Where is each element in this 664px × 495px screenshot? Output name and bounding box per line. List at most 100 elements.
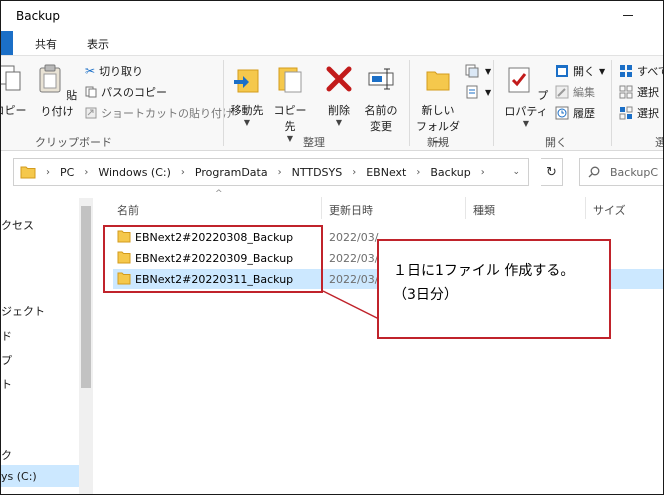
move-to-label: 移動先: [230, 104, 264, 117]
column-date[interactable]: 更新日時: [329, 202, 373, 218]
chevron-right-icon[interactable]: ›: [181, 167, 185, 178]
refresh-button[interactable]: ↻: [541, 158, 563, 186]
chevron-right-icon: ›: [46, 166, 50, 178]
nav-item-3d-objects[interactable]: ジェクト: [1, 303, 45, 319]
rename-label-2: 変更: [370, 120, 392, 133]
ribbon-separator: [409, 60, 410, 146]
chevron-down-icon: ▼: [485, 66, 492, 76]
select-all-icon: [620, 65, 632, 77]
new-item-icon: [465, 64, 479, 78]
copy-path-icon: [85, 86, 97, 98]
address-dropdown-icon[interactable]: ⌄: [512, 167, 520, 177]
cut-label: 切り取り: [99, 65, 144, 78]
breadcrumb-nttdsys[interactable]: NTTDSYS: [292, 166, 343, 179]
move-to-button[interactable]: 移動先 ▼: [227, 64, 267, 127]
rename-icon: [368, 68, 394, 90]
invert-selection-button[interactable]: 選択: [619, 104, 659, 122]
ribbon-separator: [223, 60, 224, 146]
annotation-line-1: １日に1ファイル 作成する。: [393, 263, 575, 279]
breadcrumb-pc[interactable]: PC: [60, 166, 74, 179]
copy-button[interactable]: コピー: [1, 64, 27, 118]
invert-selection-icon: [619, 106, 633, 120]
explorer-window: Backup 共有 表示 コピー 貼り付け ✂ 切り取り: [0, 0, 664, 495]
open-label: 開く: [573, 65, 595, 78]
chevron-right-icon[interactable]: ›: [278, 167, 282, 178]
breadcrumb-backup[interactable]: Backup: [430, 166, 470, 179]
nav-item-downloads[interactable]: ド: [1, 328, 12, 344]
nav-scrollbar-thumb[interactable]: [81, 206, 91, 388]
chevron-right-icon[interactable]: ›: [416, 167, 420, 178]
tab-share[interactable]: 共有: [35, 36, 57, 52]
edit-button[interactable]: 編集: [555, 83, 595, 101]
new-folder-label-1: 新しい: [421, 104, 455, 117]
copy-icon: [1, 65, 21, 91]
column-size[interactable]: サイズ: [593, 202, 626, 218]
chevron-right-icon[interactable]: ›: [84, 167, 88, 178]
nav-item-desktop[interactable]: プ: [1, 352, 12, 368]
select-group-label: 選: [655, 134, 663, 150]
chevron-right-icon[interactable]: ›: [352, 167, 356, 178]
copy-folder-icon: [278, 67, 302, 93]
navigation-pane: クセス ジェクト ド プ ト ク ys (C:): [1, 193, 93, 494]
column-separator[interactable]: [465, 197, 466, 219]
minimize-button[interactable]: [623, 15, 633, 16]
nav-item-windows-drive[interactable]: ys (C:): [1, 470, 37, 483]
copy-path-button[interactable]: パスのコピー: [85, 83, 167, 101]
breadcrumb-programdata[interactable]: ProgramData: [195, 166, 268, 179]
clipboard-group-label: クリップボード: [35, 136, 112, 149]
copy-to-label: コピー先: [273, 104, 307, 133]
cut-button[interactable]: ✂ 切り取り: [85, 62, 143, 80]
column-separator[interactable]: [585, 197, 586, 219]
select-none-icon: [619, 85, 633, 99]
rename-label-1: 名前の: [364, 104, 398, 117]
tab-file[interactable]: [1, 31, 13, 55]
address-bar[interactable]: › PC › Windows (C:) › ProgramData › NTTD…: [13, 158, 529, 186]
file-date: 2022/03/: [329, 231, 379, 244]
nav-item-quick-access[interactable]: クセス: [1, 217, 34, 233]
column-header: ^ 名前 更新日時 種類 サイズ: [93, 189, 663, 223]
copy-label: コピー: [1, 104, 27, 117]
address-row: › PC › Windows (C:) › ProgramData › NTTD…: [1, 151, 663, 193]
window-title: Backup: [16, 9, 60, 23]
chevron-right-icon[interactable]: ›: [481, 167, 485, 178]
tab-view[interactable]: 表示: [87, 36, 109, 52]
select-none-button[interactable]: 選択: [619, 83, 659, 101]
new-item-button[interactable]: ▼: [465, 62, 491, 80]
open-button[interactable]: 開く ▼: [555, 62, 605, 80]
history-icon: [555, 106, 569, 120]
move-folder-icon: [234, 69, 259, 93]
select-all-button[interactable]: すべて: [619, 62, 663, 80]
properties-icon: [508, 67, 530, 93]
history-label: 履歴: [573, 107, 595, 120]
delete-x-icon: [326, 66, 352, 92]
chevron-down-icon: ▼: [522, 119, 530, 128]
edit-icon: [555, 85, 569, 99]
search-input[interactable]: BackupC: [610, 166, 658, 179]
easy-access-button[interactable]: ▼: [465, 83, 491, 101]
copy-to-button[interactable]: コピー先 ▼: [269, 64, 311, 143]
column-type[interactable]: 種類: [473, 202, 495, 218]
breadcrumb-ebnext[interactable]: EBNext: [366, 166, 406, 179]
new-folder-icon: [426, 71, 450, 91]
paste-button[interactable]: 貼り付け: [35, 64, 79, 119]
search-box[interactable]: BackupC: [579, 158, 663, 186]
invert-selection-label: 選択: [637, 107, 659, 120]
nav-item-music[interactable]: ク: [1, 447, 12, 463]
delete-button[interactable]: 削除 ▼: [321, 64, 357, 127]
ribbon: コピー 貼り付け ✂ 切り取り パスのコピー ショ: [1, 55, 663, 151]
ribbon-separator: [611, 60, 612, 146]
nav-scrollbar[interactable]: [79, 198, 93, 494]
column-separator[interactable]: [321, 197, 322, 219]
rename-button[interactable]: 名前の 変更: [361, 64, 401, 134]
history-button[interactable]: 履歴: [555, 104, 595, 122]
chevron-down-icon: ▼: [243, 118, 251, 127]
column-name[interactable]: 名前: [117, 202, 139, 218]
nav-item-documents[interactable]: ト: [1, 376, 12, 392]
chevron-down-icon: ▼: [599, 66, 606, 76]
edit-label: 編集: [573, 86, 595, 99]
paste-shortcut-button[interactable]: ショートカットの貼り付け: [85, 104, 233, 122]
file-date: 2022/03/: [329, 273, 379, 286]
breadcrumb-drive[interactable]: Windows (C:): [98, 166, 171, 179]
properties-button[interactable]: プロパティ ▼: [499, 64, 553, 128]
title-bar: Backup: [1, 1, 663, 31]
